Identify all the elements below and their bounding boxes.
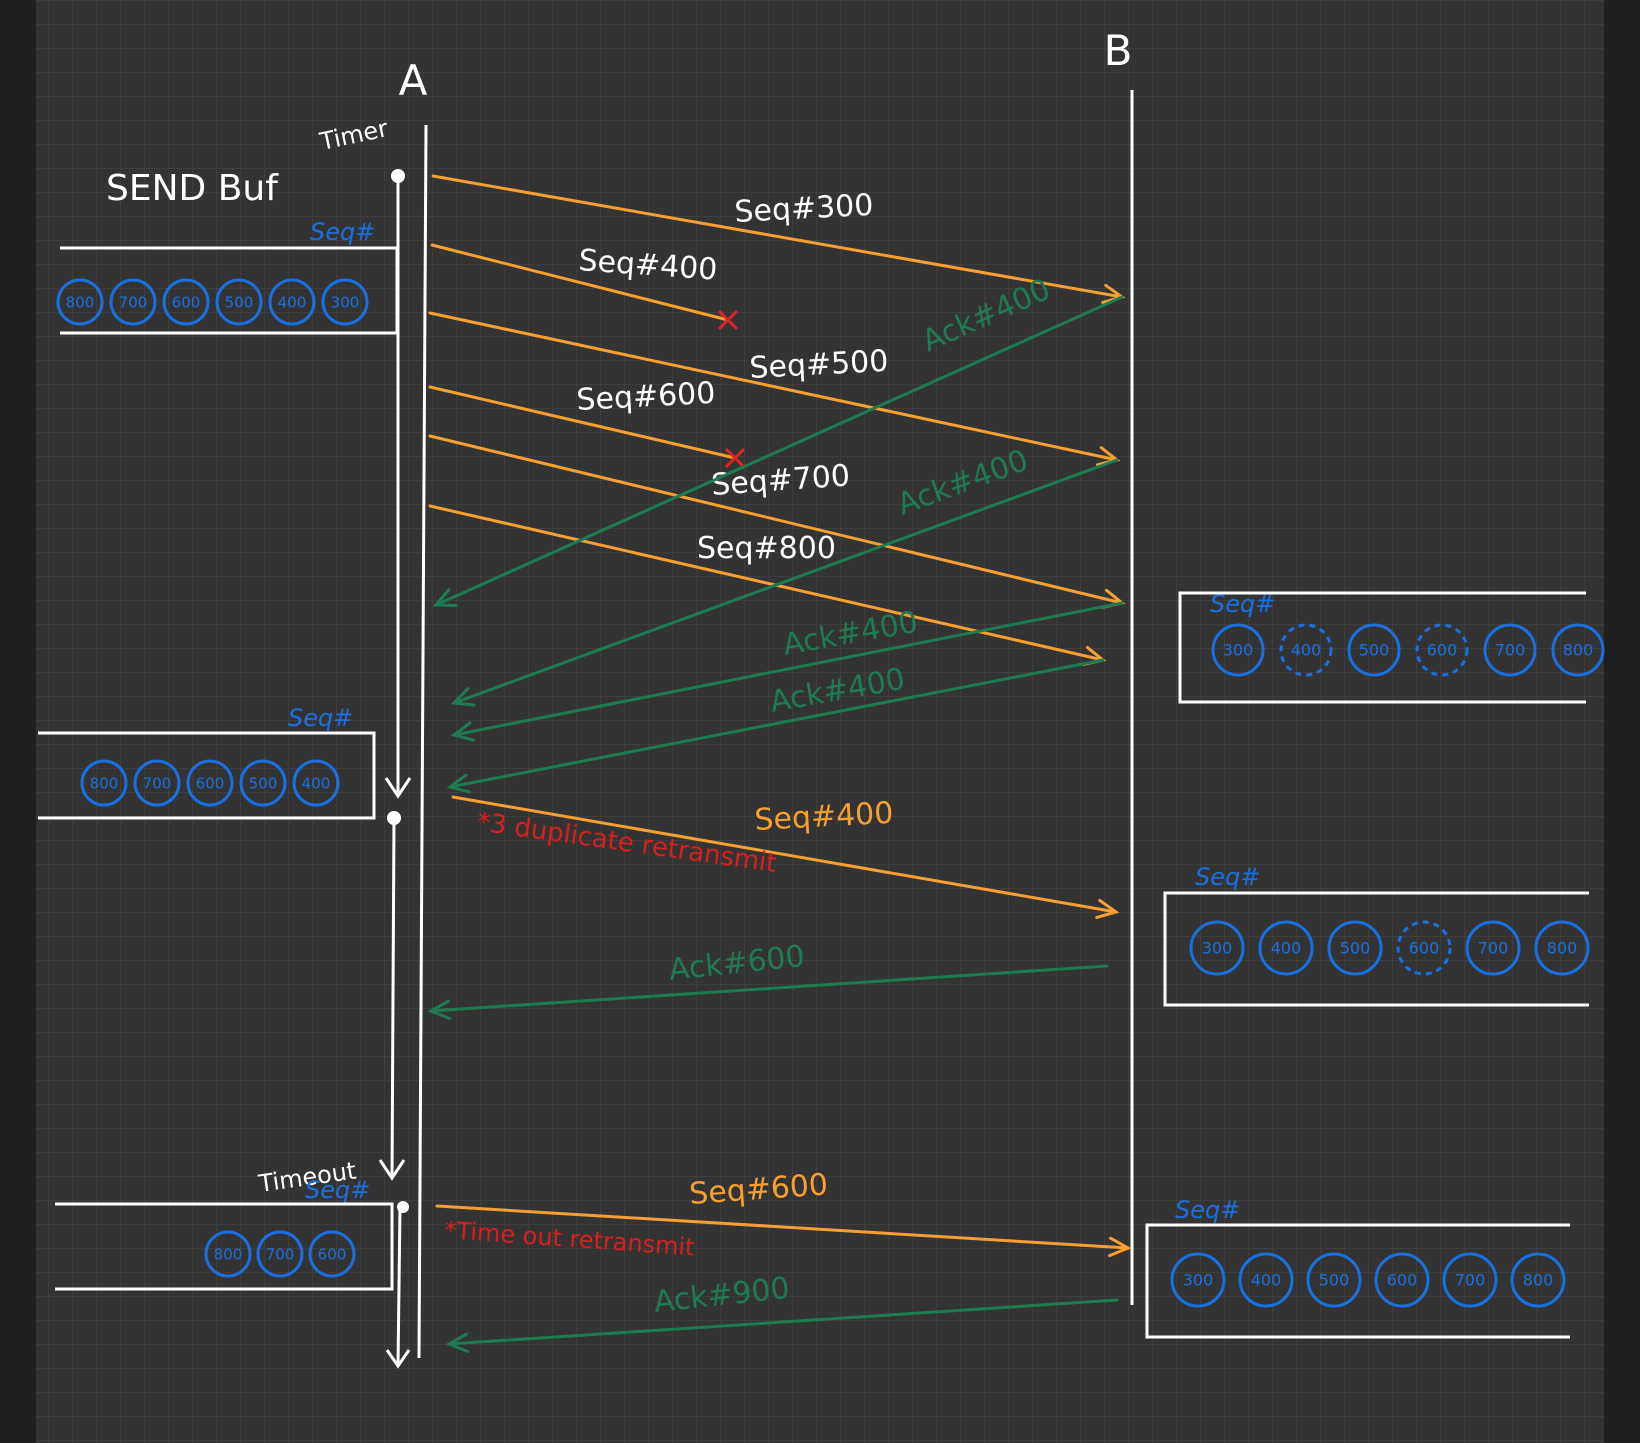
buffer-segment-label: 600 (1427, 641, 1458, 660)
sequence-diagram-canvas: A B SEND Buf Timer Timeout Seq# 800 700 60… (0, 0, 1640, 1443)
buffer-segment-label: 600 (172, 293, 201, 311)
segment-label: Seq#400 (754, 796, 895, 838)
buffer-segment-label: 600 (318, 1245, 347, 1263)
buffer-segment-label: 500 (225, 293, 254, 311)
buffer-segment-label: 500 (1340, 939, 1371, 958)
buffer-segment-label: 700 (143, 774, 172, 792)
send-buffer-1-header: Seq# (310, 218, 375, 246)
recv-buffer-2-header: Seq# (1195, 863, 1260, 891)
buffer-segment-label: 400 (1251, 1271, 1282, 1290)
buffer-segment-label: 700 (1495, 641, 1526, 660)
segment-label: Seq#800 (697, 531, 836, 566)
send-buffer-3-header: Seq# (305, 1176, 370, 1204)
recv-buffer-3-header: Seq# (1175, 1196, 1240, 1224)
buffer-segment-label: 300 (1183, 1271, 1214, 1290)
buffer-segment-label: 400 (278, 293, 307, 311)
buffer-segment-label: 800 (1547, 939, 1578, 958)
buffer-segment-label: 800 (90, 774, 119, 792)
buffer-segment-label: 300 (331, 293, 360, 311)
buffer-segment-label: 500 (249, 774, 278, 792)
buffer-segment-label: 700 (1455, 1271, 1486, 1290)
buffer-segment-label: 500 (1359, 641, 1390, 660)
host-a-label: A (399, 56, 428, 105)
buffer-segment-label: 800 (214, 1245, 243, 1263)
segment-label: Seq#600 (576, 376, 717, 418)
buffer-segment-label: 800 (1523, 1271, 1554, 1290)
buffer-segment-label: 800 (66, 293, 95, 311)
send-buffer-2-header: Seq# (288, 704, 353, 732)
buffer-segment-label: 700 (119, 293, 148, 311)
buffer-segment-label: 500 (1319, 1271, 1350, 1290)
buffer-segment-label: 400 (1291, 641, 1322, 660)
buffer-segment-label: 700 (1478, 939, 1509, 958)
buffer-segment-label: 600 (1387, 1271, 1418, 1290)
segment-label: Seq#500 (749, 344, 890, 386)
buffer-segment-label: 800 (1563, 641, 1594, 660)
buffer-segment-label: 600 (1409, 939, 1440, 958)
segment-label: Seq#300 (734, 188, 875, 230)
host-b-label: B (1104, 26, 1133, 75)
buffer-segment-label: 700 (266, 1245, 295, 1263)
buffer-segment-label: 400 (302, 774, 331, 792)
buffer-segment-label: 400 (1271, 939, 1302, 958)
send-buffer-title: SEND Buf (106, 168, 279, 209)
buffer-segment-label: 300 (1202, 939, 1233, 958)
buffer-segment-label: 300 (1223, 641, 1254, 660)
buffer-segment-label: 600 (196, 774, 225, 792)
